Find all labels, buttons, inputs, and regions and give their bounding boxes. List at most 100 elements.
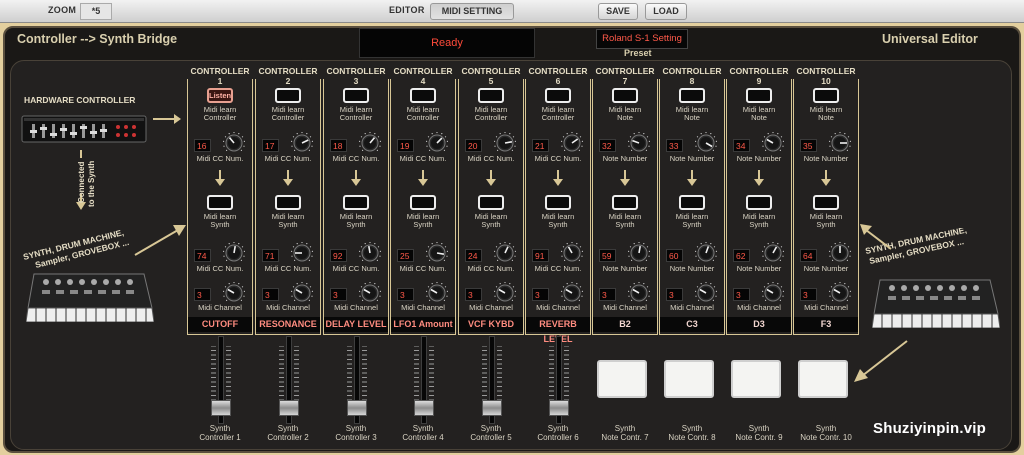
cc-in-knob[interactable] bbox=[223, 131, 245, 154]
learn-synth-button[interactable] bbox=[410, 195, 436, 210]
channel-knob[interactable] bbox=[291, 281, 313, 304]
cc-in-display[interactable]: 34 bbox=[733, 139, 750, 152]
fader-handle[interactable] bbox=[211, 400, 231, 416]
midi-setting-button[interactable]: MIDI SETTING bbox=[430, 3, 514, 20]
fader-handle[interactable] bbox=[279, 400, 299, 416]
learn-controller-button[interactable] bbox=[813, 88, 839, 103]
cc-out-display[interactable]: 59 bbox=[599, 249, 616, 262]
learn-controller-button[interactable] bbox=[275, 88, 301, 103]
channel-display[interactable]: 3 bbox=[194, 288, 211, 301]
channel-display[interactable]: 3 bbox=[733, 288, 750, 301]
parameter-name[interactable]: LFO1 Amount bbox=[391, 317, 455, 332]
cc-in-knob[interactable] bbox=[829, 131, 851, 154]
channel-knob[interactable] bbox=[762, 281, 784, 304]
channel-knob[interactable] bbox=[426, 281, 448, 304]
parameter-name[interactable]: C3 bbox=[660, 317, 724, 332]
cc-in-display[interactable]: 21 bbox=[532, 139, 549, 152]
cc-out-knob[interactable] bbox=[291, 241, 313, 264]
parameter-name[interactable]: CUTOFF bbox=[188, 317, 252, 332]
learn-controller-button[interactable] bbox=[679, 88, 705, 103]
cc-in-knob[interactable] bbox=[291, 131, 313, 154]
note-pad[interactable] bbox=[731, 360, 781, 398]
cc-out-knob[interactable] bbox=[223, 241, 245, 264]
preset-selector[interactable]: Roland S-1 Setting bbox=[596, 29, 688, 49]
channel-knob[interactable] bbox=[695, 281, 717, 304]
channel-knob[interactable] bbox=[359, 281, 381, 304]
channel-knob[interactable] bbox=[223, 281, 245, 304]
cc-out-display[interactable]: 24 bbox=[465, 249, 482, 262]
note-pad[interactable] bbox=[597, 360, 647, 398]
channel-display[interactable]: 3 bbox=[800, 288, 817, 301]
cc-out-display[interactable]: 60 bbox=[666, 249, 683, 262]
learn-synth-button[interactable] bbox=[813, 195, 839, 210]
channel-knob[interactable] bbox=[628, 281, 650, 304]
channel-display[interactable]: 3 bbox=[599, 288, 616, 301]
parameter-name[interactable]: DELAY LEVEL bbox=[324, 317, 388, 332]
cc-in-knob[interactable] bbox=[695, 131, 717, 154]
cc-out-knob[interactable] bbox=[561, 241, 583, 264]
parameter-name[interactable]: VCF KYBD bbox=[459, 317, 523, 332]
cc-out-display[interactable]: 91 bbox=[532, 249, 549, 262]
cc-out-knob[interactable] bbox=[829, 241, 851, 264]
cc-in-display[interactable]: 33 bbox=[666, 139, 683, 152]
parameter-name[interactable]: REVERB LEVEL bbox=[526, 317, 590, 344]
cc-out-display[interactable]: 62 bbox=[733, 249, 750, 262]
learn-synth-button[interactable] bbox=[612, 195, 638, 210]
parameter-name[interactable]: B2 bbox=[593, 317, 657, 332]
learn-controller-button[interactable] bbox=[478, 88, 504, 103]
cc-out-display[interactable]: 92 bbox=[330, 249, 347, 262]
parameter-name[interactable]: F3 bbox=[794, 317, 858, 332]
channel-display[interactable]: 3 bbox=[262, 288, 279, 301]
learn-synth-button[interactable] bbox=[545, 195, 571, 210]
learn-controller-button[interactable] bbox=[410, 88, 436, 103]
cc-out-display[interactable]: 64 bbox=[800, 249, 817, 262]
cc-out-knob[interactable] bbox=[628, 241, 650, 264]
cc-in-display[interactable]: 32 bbox=[599, 139, 616, 152]
cc-out-knob[interactable] bbox=[359, 241, 381, 264]
cc-out-display[interactable]: 71 bbox=[262, 249, 279, 262]
learn-synth-button[interactable] bbox=[679, 195, 705, 210]
learn-synth-button[interactable] bbox=[746, 195, 772, 210]
note-pad[interactable] bbox=[664, 360, 714, 398]
channel-knob[interactable] bbox=[829, 281, 851, 304]
channel-knob[interactable] bbox=[494, 281, 516, 304]
cc-in-knob[interactable] bbox=[426, 131, 448, 154]
zoom-field[interactable]: *5 bbox=[80, 3, 112, 20]
parameter-name[interactable]: D3 bbox=[727, 317, 791, 332]
save-button[interactable]: SAVE bbox=[598, 3, 638, 20]
cc-out-knob[interactable] bbox=[494, 241, 516, 264]
cc-in-display[interactable]: 35 bbox=[800, 139, 817, 152]
cc-in-display[interactable]: 19 bbox=[397, 139, 414, 152]
channel-display[interactable]: 3 bbox=[397, 288, 414, 301]
fader-handle[interactable] bbox=[414, 400, 434, 416]
fader-handle[interactable] bbox=[482, 400, 502, 416]
learn-controller-button[interactable] bbox=[545, 88, 571, 103]
channel-knob[interactable] bbox=[561, 281, 583, 304]
channel-display[interactable]: 3 bbox=[330, 288, 347, 301]
cc-in-knob[interactable] bbox=[359, 131, 381, 154]
cc-in-knob[interactable] bbox=[762, 131, 784, 154]
parameter-name[interactable]: RESONANCE bbox=[256, 317, 320, 332]
learn-synth-button[interactable] bbox=[343, 195, 369, 210]
fader-handle[interactable] bbox=[347, 400, 367, 416]
cc-out-knob[interactable] bbox=[426, 241, 448, 264]
learn-synth-button[interactable] bbox=[275, 195, 301, 210]
cc-out-display[interactable]: 25 bbox=[397, 249, 414, 262]
cc-in-knob[interactable] bbox=[628, 131, 650, 154]
cc-out-knob[interactable] bbox=[695, 241, 717, 264]
learn-controller-button[interactable] bbox=[343, 88, 369, 103]
learn-synth-button[interactable] bbox=[478, 195, 504, 210]
load-button[interactable]: LOAD bbox=[645, 3, 687, 20]
cc-in-display[interactable]: 18 bbox=[330, 139, 347, 152]
learn-controller-button[interactable] bbox=[612, 88, 638, 103]
channel-display[interactable]: 3 bbox=[666, 288, 683, 301]
cc-in-knob[interactable] bbox=[494, 131, 516, 154]
learn-controller-button[interactable] bbox=[746, 88, 772, 103]
channel-display[interactable]: 3 bbox=[465, 288, 482, 301]
cc-in-display[interactable]: 16 bbox=[194, 139, 211, 152]
cc-out-display[interactable]: 74 bbox=[194, 249, 211, 262]
cc-in-knob[interactable] bbox=[561, 131, 583, 154]
listen-button[interactable]: Listen bbox=[207, 88, 233, 103]
cc-out-knob[interactable] bbox=[762, 241, 784, 264]
note-pad[interactable] bbox=[798, 360, 848, 398]
